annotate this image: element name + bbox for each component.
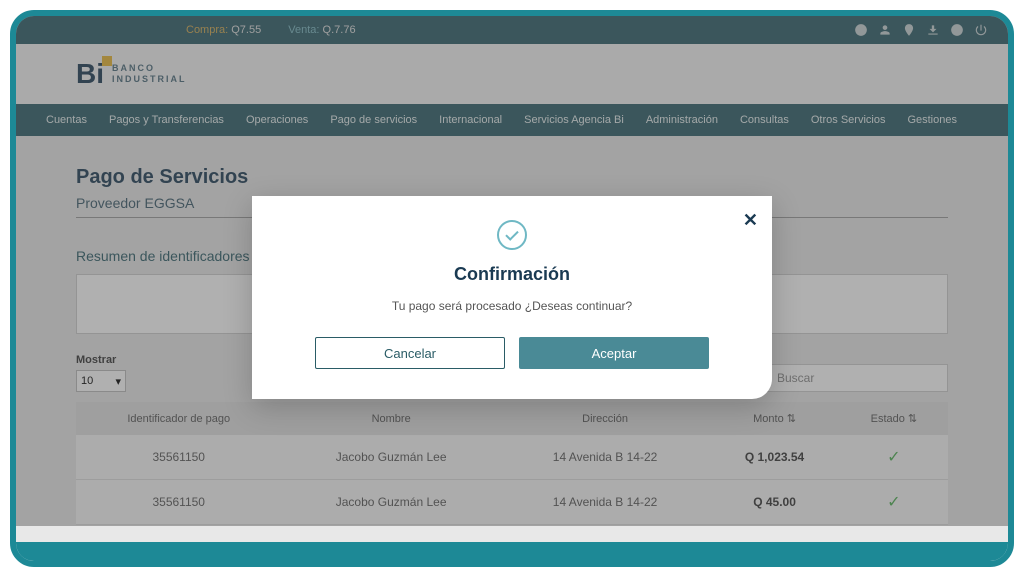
modal-buttons: Cancelar Aceptar [282, 337, 742, 369]
success-check-icon [497, 220, 527, 250]
device-base [10, 542, 1014, 566]
screen: Compra: Q7.55 Venta: Q.7.76 Bi BANCO IND… [16, 16, 1008, 526]
confirmation-modal: ✕ Confirmación Tu pago será procesado ¿D… [252, 196, 772, 399]
modal-message: Tu pago será procesado ¿Deseas continuar… [282, 299, 742, 313]
modal-title: Confirmación [282, 264, 742, 285]
accept-button[interactable]: Aceptar [519, 337, 709, 369]
close-icon[interactable]: ✕ [743, 210, 758, 231]
cancel-button[interactable]: Cancelar [315, 337, 505, 369]
device-frame: Compra: Q7.55 Venta: Q.7.76 Bi BANCO IND… [10, 10, 1014, 567]
